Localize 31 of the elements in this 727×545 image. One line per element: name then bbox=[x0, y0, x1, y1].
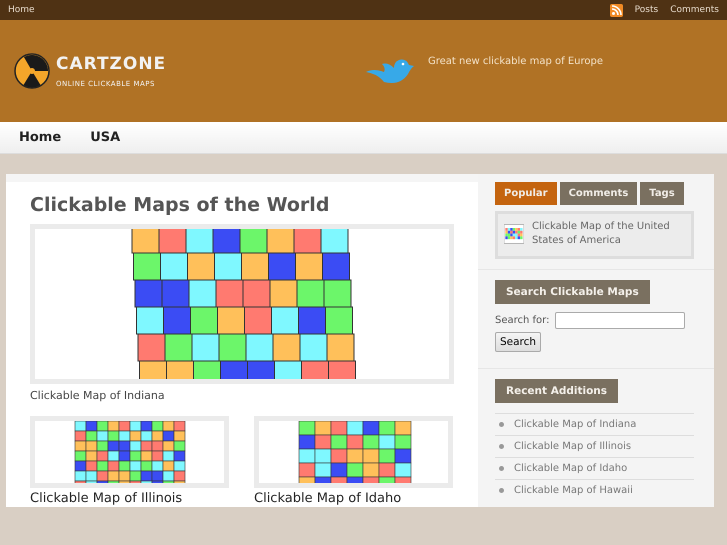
feed-link[interactable]: Posts bbox=[634, 5, 658, 15]
bullet-icon bbox=[499, 444, 504, 449]
post-title[interactable]: Clickable Map of Idaho bbox=[254, 491, 453, 506]
page-heading: Clickable Maps of the World bbox=[30, 194, 330, 216]
bullet-icon bbox=[499, 466, 504, 471]
recent-link[interactable]: Clickable Map of Idaho bbox=[514, 463, 628, 474]
map-caption[interactable]: Clickable Map of Indiana bbox=[30, 389, 454, 402]
post-title[interactable]: Clickable Map of Illinois bbox=[30, 491, 229, 506]
bullet-icon bbox=[499, 488, 504, 493]
map-frame[interactable] bbox=[30, 416, 229, 488]
top-link[interactable]: Home bbox=[8, 5, 35, 15]
search-label: Search for: bbox=[495, 315, 550, 326]
sidebar-tab[interactable]: Tags bbox=[640, 182, 684, 205]
recent-link[interactable]: Clickable Map of Hawaii bbox=[514, 485, 633, 496]
feed-link[interactable]: Comments bbox=[670, 5, 719, 15]
map-frame[interactable] bbox=[30, 224, 454, 384]
recent-link[interactable]: Clickable Map of Indiana bbox=[514, 419, 636, 430]
bullet-icon bbox=[499, 422, 504, 427]
section-heading: Recent Additions bbox=[495, 379, 618, 403]
radiation-icon bbox=[14, 53, 50, 89]
logo-title: CARTZONE bbox=[56, 54, 166, 74]
sidebar-tab[interactable]: Comments bbox=[560, 182, 638, 205]
rss-icon bbox=[610, 4, 623, 16]
nav-link[interactable]: Home bbox=[19, 130, 62, 145]
nav-link[interactable]: USA bbox=[90, 130, 120, 145]
section-heading: Search Clickable Maps bbox=[495, 280, 650, 304]
recent-link[interactable]: Clickable Map of Illinois bbox=[514, 441, 632, 452]
search-button[interactable]: Search bbox=[495, 332, 542, 352]
map-frame[interactable] bbox=[254, 416, 453, 488]
search-field[interactable] bbox=[555, 312, 686, 329]
popular-link[interactable]: Clickable Map of the United States of America bbox=[532, 220, 685, 248]
